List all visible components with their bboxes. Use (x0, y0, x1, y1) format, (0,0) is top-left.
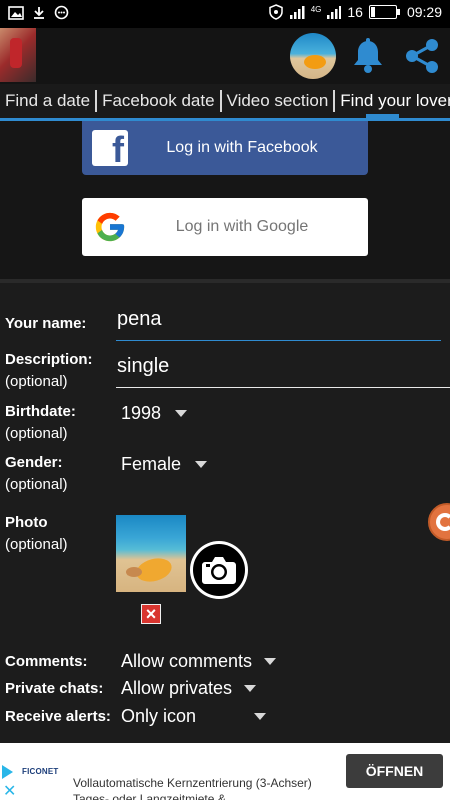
ad-close-icon[interactable]: ✕ (3, 781, 16, 800)
description-input-underline (116, 387, 450, 388)
comments-dropdown[interactable]: Allow comments (121, 651, 277, 672)
clock: 09:29 (406, 4, 442, 20)
user-avatar[interactable] (0, 28, 36, 82)
delete-photo-button[interactable]: × (141, 604, 161, 624)
comments-value: Allow comments (121, 651, 253, 671)
birthdate-dropdown[interactable]: 1998 (121, 403, 188, 424)
comments-label: Comments: (5, 653, 88, 670)
signal-icon (289, 6, 305, 19)
chevron-down-icon (244, 685, 257, 692)
facebook-login-label: Log in with Facebook (166, 139, 318, 156)
ad-text: Vollautomatische Kernzentrierung (3-Achs… (73, 776, 312, 800)
description-optional: (optional) (5, 373, 68, 390)
share-button[interactable] (402, 36, 442, 76)
name-label: Your name: (5, 315, 87, 332)
battery-icon (368, 5, 400, 19)
chevron-down-icon (264, 658, 277, 665)
facebook-icon: f (92, 130, 128, 168)
google-icon (90, 207, 130, 247)
description-label: Description: (optional) (5, 349, 93, 393)
photo-label: Photo (optional) (5, 512, 68, 556)
profile-photo-thumbnail[interactable] (116, 515, 186, 592)
photo-optional: (optional) (5, 536, 68, 553)
receive-alerts-dropdown[interactable]: Only icon (121, 706, 267, 727)
shield-icon (268, 4, 283, 20)
gender-label: Gender: (optional) (5, 452, 68, 496)
login-section: f Log in with Facebook Log in with Googl… (0, 121, 450, 279)
ad-brand-logo: FICONET (22, 767, 59, 776)
status-bar: 4G 16 09:29 (0, 0, 450, 28)
chat-bubble-icon (54, 5, 69, 20)
bell-icon (354, 38, 382, 73)
ad-open-button[interactable]: ÖFFNEN (346, 754, 443, 788)
gender-optional: (optional) (5, 476, 68, 493)
tab-video-section[interactable]: Video section (222, 90, 336, 112)
chevron-down-icon (175, 410, 188, 417)
facebook-login-button[interactable]: f Log in with Facebook (82, 121, 368, 175)
profile-photo-avatar[interactable] (290, 33, 336, 79)
battery-level: 16 (347, 4, 363, 20)
status-left-icons (8, 5, 69, 20)
tab-facebook-date[interactable]: Facebook date (97, 90, 222, 112)
app-header (0, 28, 450, 84)
birthdate-optional: (optional) (5, 425, 68, 442)
google-login-label: Log in with Google (175, 218, 309, 235)
description-input[interactable]: single (117, 355, 169, 378)
notifications-button[interactable] (348, 36, 388, 76)
photo-label-text: Photo (5, 514, 48, 531)
share-icon (406, 39, 438, 73)
name-input-underline (116, 340, 441, 341)
main-content: f Log in with Facebook Log in with Googl… (0, 121, 450, 743)
image-icon (8, 5, 24, 20)
camera-button[interactable] (190, 541, 248, 599)
network-label: 4G (310, 5, 322, 14)
ad-banner[interactable]: ✕ FICONET Vollautomatische Kernzentrieru… (0, 743, 450, 800)
name-input[interactable]: pena (117, 308, 162, 331)
private-chats-label: Private chats: (5, 680, 104, 697)
floating-action-icon[interactable] (428, 503, 450, 541)
close-icon: × (145, 604, 157, 624)
description-label-text: Description: (5, 351, 93, 368)
gender-label-text: Gender: (5, 454, 63, 471)
signal-4g-icon (327, 6, 342, 19)
chevron-down-icon (195, 461, 208, 468)
download-icon (34, 6, 44, 19)
birthdate-value: 1998 (121, 403, 162, 423)
active-tab-indicator (366, 114, 399, 118)
private-chats-dropdown[interactable]: Allow privates (121, 678, 257, 699)
gender-value: Female (121, 454, 182, 474)
camera-icon (202, 557, 236, 584)
tab-find-a-date[interactable]: Find a date (0, 90, 98, 112)
gender-dropdown[interactable]: Female (121, 454, 208, 475)
tab-find-your-lover[interactable]: Find your lover (335, 90, 450, 112)
google-login-button[interactable]: Log in with Google (82, 198, 368, 256)
receive-alerts-value: Only icon (121, 706, 197, 726)
chevron-down-icon (254, 713, 267, 720)
birthdate-label: Birthdate: (optional) (5, 401, 76, 445)
status-right-icons: 4G 16 09:29 (268, 4, 442, 20)
birthdate-label-text: Birthdate: (5, 403, 76, 420)
private-chats-value: Allow privates (121, 678, 233, 698)
tab-bar: Find a date Facebook date Video section … (0, 84, 450, 118)
receive-alerts-label: Receive alerts: (5, 708, 111, 725)
section-divider (0, 279, 450, 283)
ad-choices-icon[interactable] (2, 765, 13, 779)
